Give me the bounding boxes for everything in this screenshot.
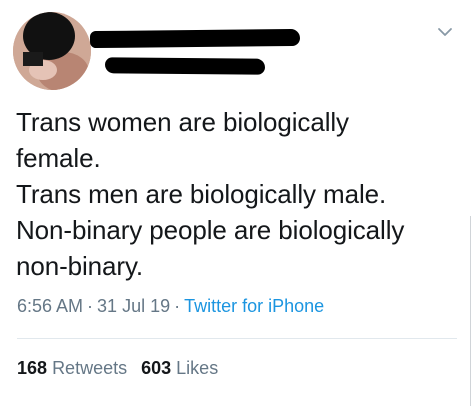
tweet-text-line: female.	[16, 143, 101, 173]
separator-dot: ·	[174, 296, 181, 316]
tweet-card: Trans women are biologically female. Tra…	[0, 0, 474, 406]
retweets-stat[interactable]: 168 Retweets	[17, 358, 127, 378]
tweet-text-line: non-binary.	[16, 251, 144, 281]
tweet-date[interactable]: 31 Jul 19	[97, 296, 170, 316]
avatar-photo	[13, 12, 91, 90]
card-edge	[470, 216, 474, 406]
tweet-text: Trans women are biologically female. Tra…	[16, 104, 466, 284]
likes-label: Likes	[176, 358, 219, 378]
tweet-time[interactable]: 6:56 AM	[17, 296, 83, 316]
redacted-display-name	[89, 28, 301, 49]
tweet-source-link[interactable]: Twitter for iPhone	[184, 296, 324, 316]
retweets-label: Retweets	[52, 358, 128, 378]
chevron-down-icon	[438, 28, 452, 36]
likes-stat[interactable]: 603 Likes	[141, 358, 218, 378]
divider	[17, 338, 457, 339]
tweet-text-line: Trans men are biologically male.	[16, 179, 387, 209]
tweet-text-line: Non-binary people are biologically	[16, 215, 405, 245]
tweet-metadata: 6:56 AM · 31 Jul 19 · Twitter for iPhone	[17, 296, 324, 317]
retweets-count: 168	[17, 358, 48, 378]
avatar[interactable]	[13, 12, 91, 90]
separator-dot: ·	[87, 296, 94, 316]
redacted-username	[104, 57, 266, 75]
tweet-text-line: Trans women are biologically	[16, 107, 349, 137]
tweet-menu-button[interactable]	[433, 23, 457, 41]
likes-count: 603	[141, 358, 172, 378]
tweet-stats: 168 Retweets 603 Likes	[17, 358, 218, 379]
